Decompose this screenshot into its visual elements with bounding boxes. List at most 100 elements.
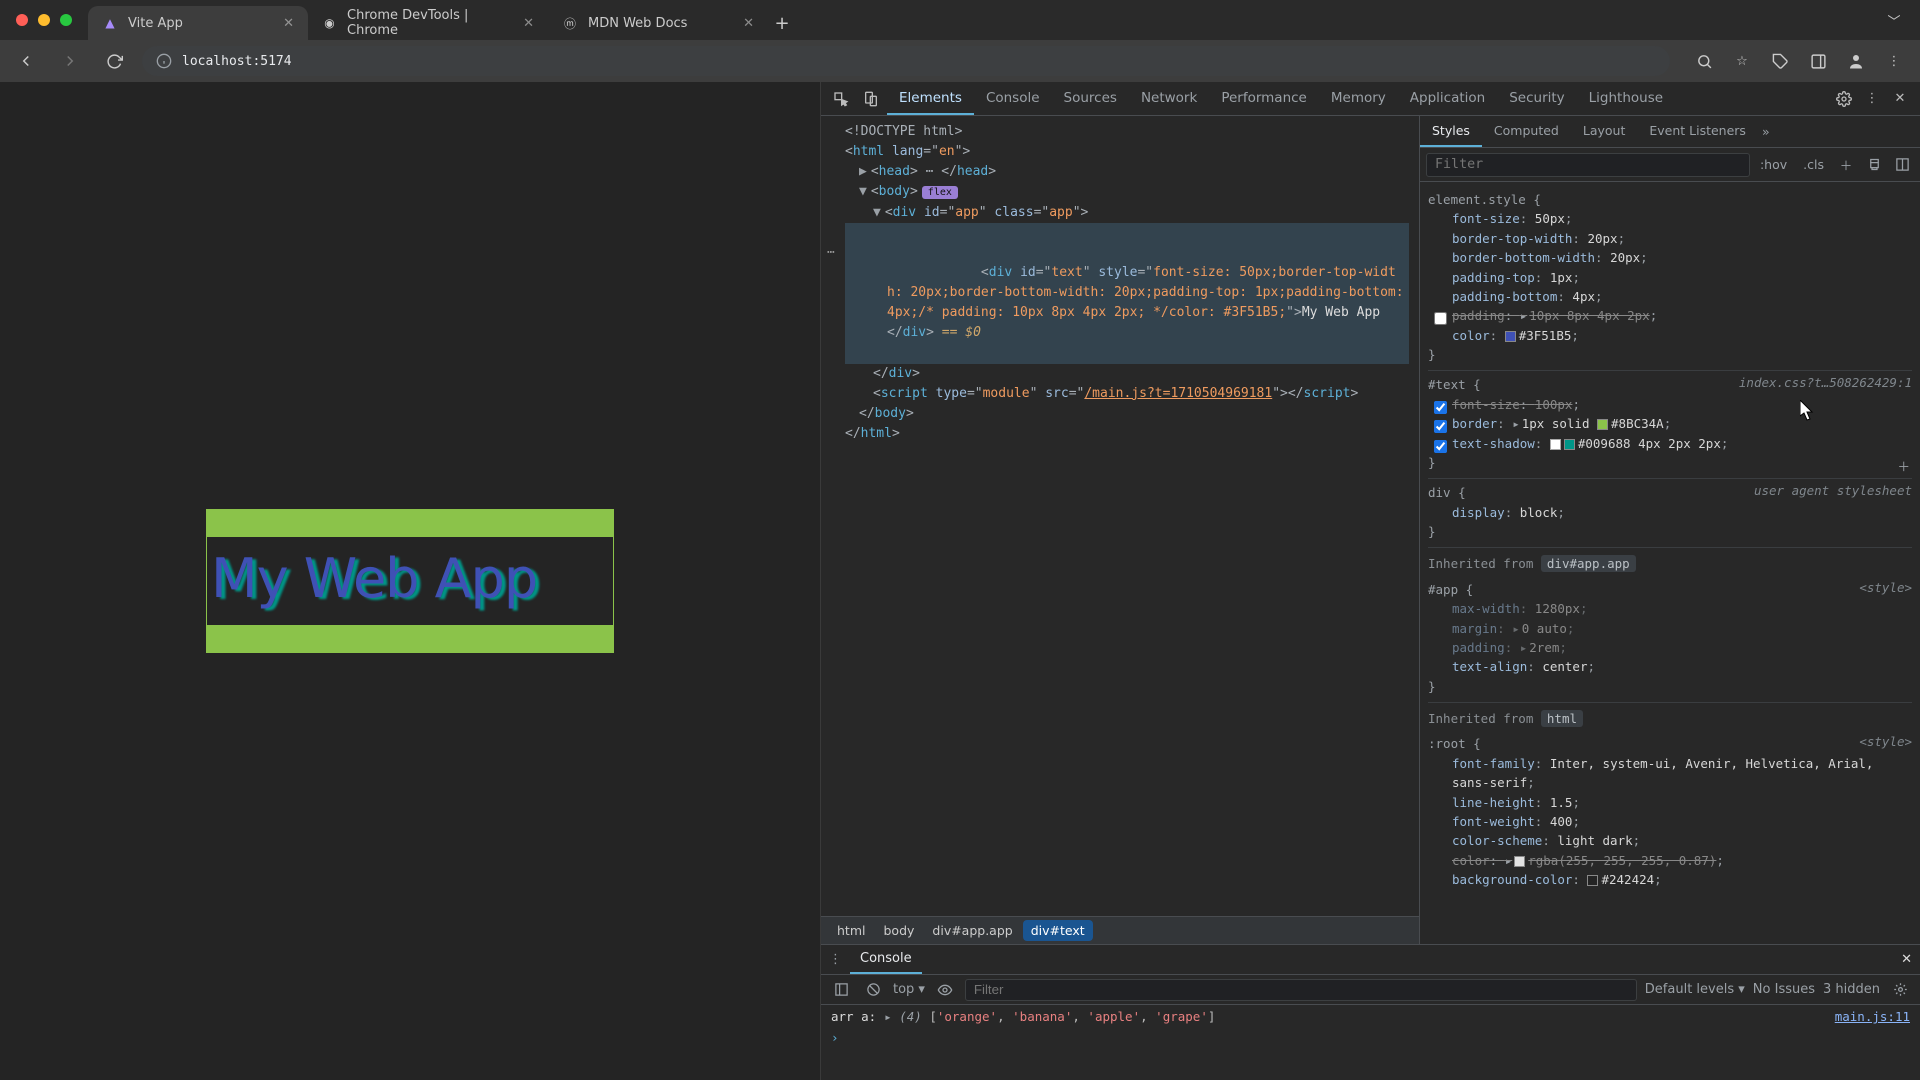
color-swatch[interactable] <box>1597 419 1608 430</box>
devtools-tab-performance[interactable]: Performance <box>1209 82 1319 115</box>
styles-rules[interactable]: element.style { font-size: 50px; border-… <box>1420 182 1920 944</box>
live-expression-icon[interactable] <box>933 978 957 1002</box>
profile-icon[interactable] <box>1840 45 1872 77</box>
devtools-tab-elements[interactable]: Elements <box>887 82 974 115</box>
styles-filter-input[interactable] <box>1426 153 1750 177</box>
decl-checkbox[interactable] <box>1434 420 1447 433</box>
hidden-count[interactable]: 3 hidden <box>1823 982 1880 997</box>
drawer-tab-console[interactable]: Console <box>850 945 922 974</box>
log-levels[interactable]: Default levels ▾ <box>1645 982 1745 997</box>
window-fullscreen-button[interactable] <box>60 14 72 26</box>
devtools-tab-memory[interactable]: Memory <box>1319 82 1398 115</box>
styles-toolbar: :hov .cls ＋ <box>1420 148 1920 182</box>
elements-panel: <!DOCTYPE html> <html lang="en"> ▶<head>… <box>821 116 1420 944</box>
new-rule-icon[interactable]: ＋ <box>1834 153 1858 177</box>
styles-tab-listeners[interactable]: Event Listeners <box>1637 116 1758 147</box>
crumb[interactable]: html <box>829 920 873 941</box>
console-filter-input[interactable] <box>965 979 1637 1001</box>
rule-app[interactable]: <style> #app { max-width: 1280px; margin… <box>1428 576 1912 703</box>
devtools-tab-console[interactable]: Console <box>974 82 1052 115</box>
devtools-more-icon[interactable]: ⋮ <box>1858 85 1886 113</box>
rule-element-style[interactable]: element.style { font-size: 50px; border-… <box>1428 186 1912 371</box>
page-viewport: My Web App <box>0 82 820 1080</box>
device-toolbar-icon[interactable] <box>857 85 885 113</box>
drawer-close-icon[interactable]: ✕ <box>1901 952 1912 967</box>
extensions-icon[interactable] <box>1764 45 1796 77</box>
flex-badge[interactable]: flex <box>922 186 958 199</box>
rule-ua-div[interactable]: user agent stylesheet div { display: blo… <box>1428 479 1912 548</box>
back-button[interactable] <box>10 45 42 77</box>
devtools-toolbar: Elements Console Sources Network Perform… <box>821 82 1920 116</box>
tab-title: MDN Web Docs <box>588 16 687 31</box>
rule-root[interactable]: <style> :root { font-family: Inter, syst… <box>1428 730 1912 895</box>
console-log-row[interactable]: arr a: ▸ (4) ['orange', 'banana', 'apple… <box>831 1009 1910 1024</box>
browser-tab[interactable]: ◉ Chrome DevTools | Chrome ✕ <box>308 6 548 40</box>
color-swatch[interactable] <box>1505 331 1516 342</box>
devtools-tab-network[interactable]: Network <box>1129 82 1209 115</box>
color-swatch[interactable] <box>1587 875 1598 886</box>
computed-toggle-icon[interactable] <box>1890 153 1914 177</box>
site-info-icon[interactable] <box>156 53 172 69</box>
console-source-link[interactable]: main.js:11 <box>1835 1009 1910 1024</box>
chevron-down-icon[interactable]: ﹀ <box>1878 4 1910 36</box>
rule-origin[interactable]: <style> <box>1859 732 1912 751</box>
new-tab-button[interactable]: + <box>768 6 796 40</box>
tab-title: Vite App <box>128 16 183 31</box>
color-swatch[interactable] <box>1564 439 1575 450</box>
devtools-tabs: Elements Console Sources Network Perform… <box>887 82 1675 115</box>
devtools-tab-application[interactable]: Application <box>1398 82 1497 115</box>
browser-tab[interactable]: ⓜ MDN Web Docs ✕ <box>548 6 768 40</box>
tab-close-icon[interactable]: ✕ <box>523 16 534 31</box>
hov-toggle[interactable]: :hov <box>1754 157 1793 172</box>
devtools-settings-icon[interactable] <box>1830 85 1858 113</box>
devtools-close-icon[interactable]: ✕ <box>1886 85 1914 113</box>
dom-tree[interactable]: <!DOCTYPE html> <html lang="en"> ▶<head>… <box>821 116 1419 916</box>
rule-origin[interactable]: <style> <box>1859 578 1912 597</box>
browser-tab[interactable]: ▲ Vite App ✕ <box>88 6 308 40</box>
decl-checkbox[interactable] <box>1434 312 1447 325</box>
tab-close-icon[interactable]: ✕ <box>743 16 754 31</box>
crumb[interactable]: body <box>875 920 922 941</box>
menu-icon[interactable]: ⋮ <box>1878 45 1910 77</box>
styles-tab-computed[interactable]: Computed <box>1482 116 1571 147</box>
dom-ellipsis-icon[interactable]: ⋯ <box>827 243 835 263</box>
dom-node[interactable]: <!DOCTYPE html> <box>845 124 962 139</box>
styles-tab-styles[interactable]: Styles <box>1420 116 1482 147</box>
devtools-tab-security[interactable]: Security <box>1497 82 1576 115</box>
window-minimize-button[interactable] <box>38 14 50 26</box>
console-context[interactable]: top ▾ <box>893 982 925 997</box>
crumb[interactable]: div#app.app <box>924 920 1020 941</box>
bookmark-icon[interactable]: ☆ <box>1726 45 1758 77</box>
rule-origin[interactable]: index.css?t…508262429:1 <box>1739 373 1912 392</box>
devtools-panel: Elements Console Sources Network Perform… <box>820 82 1920 1080</box>
styles-more-icon[interactable]: » <box>1762 124 1770 139</box>
window-close-button[interactable] <box>16 14 28 26</box>
devtools-tab-sources[interactable]: Sources <box>1052 82 1129 115</box>
rule-text[interactable]: index.css?t…508262429:1 #text { font-siz… <box>1428 371 1912 479</box>
devtools-tab-lighthouse[interactable]: Lighthouse <box>1577 82 1675 115</box>
decl-checkbox[interactable] <box>1434 440 1447 453</box>
dom-selected-node[interactable]: ⋯ <div id="text" style="font-size: 50px;… <box>845 223 1409 364</box>
crumb[interactable]: div#text <box>1023 920 1093 941</box>
console-prompt[interactable]: › <box>831 1024 1910 1045</box>
tab-close-icon[interactable]: ✕ <box>283 16 294 31</box>
color-swatch[interactable] <box>1514 856 1525 867</box>
console-sidebar-icon[interactable] <box>829 978 853 1002</box>
drawer-menu-icon[interactable]: ⋮ <box>829 952 842 967</box>
clear-console-icon[interactable] <box>861 978 885 1002</box>
console-settings-icon[interactable] <box>1888 978 1912 1002</box>
shadow-editor-icon[interactable] <box>1550 439 1561 450</box>
inspect-element-icon[interactable] <box>827 85 855 113</box>
styles-tab-layout[interactable]: Layout <box>1571 116 1638 147</box>
forward-button[interactable] <box>54 45 86 77</box>
issues-button[interactable]: No Issues <box>1753 982 1815 997</box>
sidepanel-icon[interactable] <box>1802 45 1834 77</box>
zoom-icon[interactable] <box>1688 45 1720 77</box>
add-decl-icon[interactable]: ＋ <box>1897 457 1910 476</box>
print-icon[interactable] <box>1862 153 1886 177</box>
reload-button[interactable] <box>98 45 130 77</box>
breadcrumb: html body div#app.app div#text <box>821 916 1419 944</box>
decl-checkbox[interactable] <box>1434 401 1447 414</box>
cls-toggle[interactable]: .cls <box>1797 157 1830 172</box>
address-bar[interactable]: localhost:5174 <box>142 46 1670 76</box>
